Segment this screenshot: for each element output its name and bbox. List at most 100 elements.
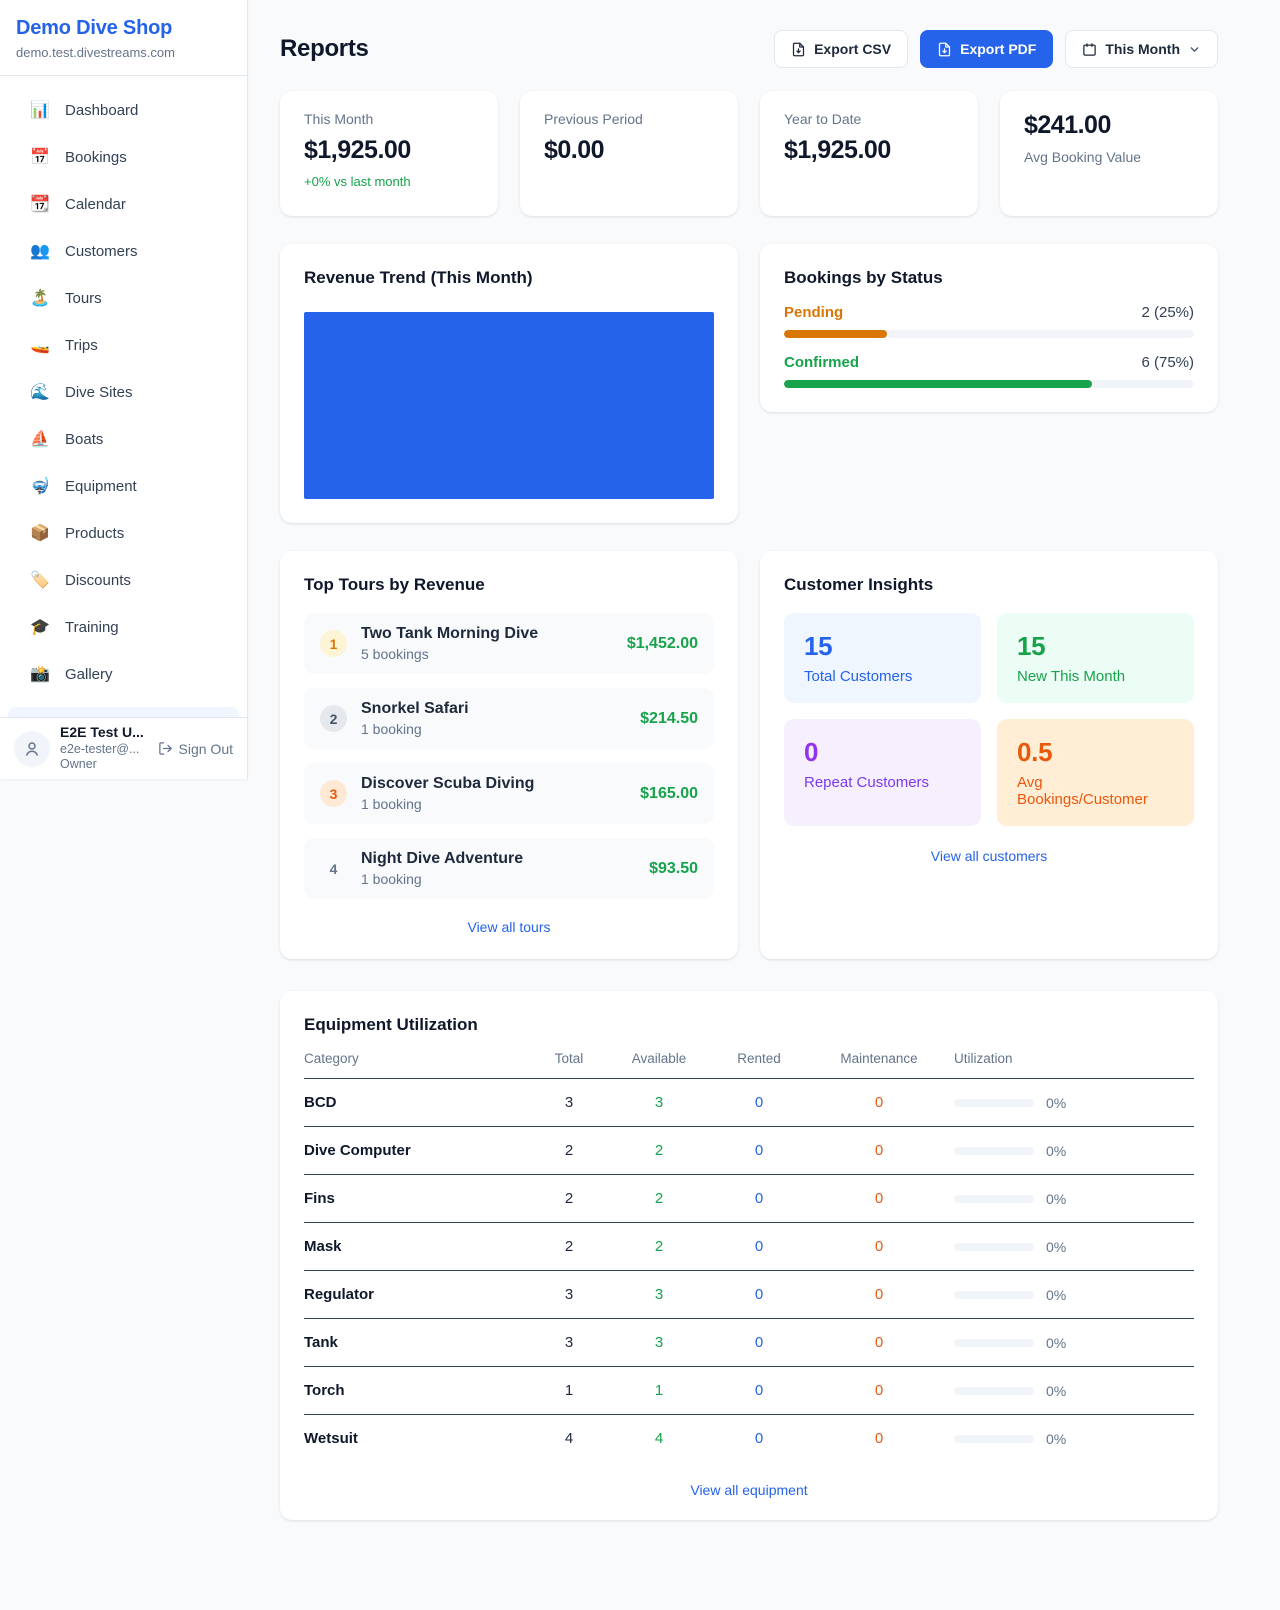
tour-amount: $93.50 <box>649 860 698 878</box>
customer-insights-title: Customer Insights <box>784 575 1194 595</box>
utilization-percent: 0% <box>1046 1095 1066 1111</box>
sidebar-item[interactable]: 📦 Products <box>8 513 239 553</box>
export-csv-label: Export CSV <box>814 41 891 57</box>
status-progress-fill <box>784 330 887 338</box>
utilization-track <box>954 1291 1034 1299</box>
nav-item-icon: 🎓 <box>30 617 50 637</box>
nav-item-icon: 📅 <box>30 147 50 167</box>
col-header-utilization: Utilization <box>954 1051 1194 1066</box>
cell-category: Dive Computer <box>304 1142 534 1159</box>
tour-info: Night Dive Adventure 1 booking <box>361 850 635 887</box>
table-row: Dive Computer 2 2 0 0 0% <box>304 1127 1194 1175</box>
export-pdf-button[interactable]: Export PDF <box>920 30 1053 68</box>
equipment-title: Equipment Utilization <box>304 1015 1194 1035</box>
tour-info: Snorkel Safari 1 booking <box>361 700 626 737</box>
tour-info: Discover Scuba Diving 1 booking <box>361 775 626 812</box>
nav-item-label: Trips <box>65 337 98 354</box>
cell-rented: 0 <box>714 1382 804 1399</box>
cell-rented: 0 <box>714 1094 804 1111</box>
export-csv-button[interactable]: Export CSV <box>774 30 908 68</box>
cell-total: 3 <box>534 1094 604 1111</box>
top-tours-card: Top Tours by Revenue 1 Two Tank Morning … <box>280 551 738 959</box>
col-header-total: Total <box>534 1051 604 1066</box>
tour-row: 4 Night Dive Adventure 1 booking $93.50 <box>304 838 714 899</box>
sidebar-item[interactable]: 🤿 Equipment <box>8 466 239 506</box>
avatar <box>14 731 50 767</box>
cell-category: Wetsuit <box>304 1430 534 1447</box>
nav-item-label: Boats <box>65 431 103 448</box>
utilization-track <box>954 1099 1034 1107</box>
status-progress-track <box>784 380 1194 388</box>
nav-item-icon: ⛵ <box>30 429 50 449</box>
sidebar-item[interactable]: 📆 Calendar <box>8 184 239 224</box>
status-row: Pending 2 (25%) <box>784 304 1194 338</box>
utilization-percent: 0% <box>1046 1239 1066 1255</box>
insight-label: Avg Bookings/Customer <box>1017 774 1174 808</box>
sidebar-item-reports-partial[interactable] <box>8 707 239 717</box>
top-tours-title: Top Tours by Revenue <box>304 575 714 595</box>
nav-item-label: Tours <box>65 290 102 307</box>
table-row: Fins 2 2 0 0 0% <box>304 1175 1194 1223</box>
cell-available: 3 <box>604 1094 714 1111</box>
tour-rank-badge: 1 <box>320 630 347 657</box>
period-dropdown[interactable]: This Month <box>1065 30 1218 68</box>
nav-item-icon: 📊 <box>30 100 50 120</box>
col-header-available: Available <box>604 1051 714 1066</box>
stat-card: This Month $1,925.00 +0% vs last month <box>280 91 498 216</box>
view-all-customers-link[interactable]: View all customers <box>784 848 1194 864</box>
sidebar-item[interactable]: 🌊 Dive Sites <box>8 372 239 412</box>
sidebar-item[interactable]: ⛵ Boats <box>8 419 239 459</box>
status-count: 6 (75%) <box>1141 354 1194 371</box>
sidebar-item[interactable]: 📊 Dashboard <box>8 90 239 130</box>
cell-category: Regulator <box>304 1286 534 1303</box>
sidebar-item[interactable]: 📅 Bookings <box>8 137 239 177</box>
nav-item-label: Customers <box>65 243 138 260</box>
sign-out-button[interactable]: Sign Out <box>158 741 233 757</box>
utilization-percent: 0% <box>1046 1335 1066 1351</box>
sidebar-item[interactable]: 🏷️ Discounts <box>8 560 239 600</box>
cell-rented: 0 <box>714 1238 804 1255</box>
cell-maintenance: 0 <box>804 1238 954 1255</box>
cell-total: 4 <box>534 1430 604 1447</box>
cell-category: Fins <box>304 1190 534 1207</box>
cell-rented: 0 <box>714 1334 804 1351</box>
insight-value: 15 <box>1017 631 1174 662</box>
page-title: Reports <box>280 35 369 63</box>
sidebar-item[interactable]: 🎓 Training <box>8 607 239 647</box>
insight-tile: 15 New This Month <box>997 613 1194 703</box>
nav-item-icon: 👥 <box>30 241 50 261</box>
stat-card: Previous Period $0.00 <box>520 91 738 216</box>
sidebar-item[interactable]: 🏝️ Tours <box>8 278 239 318</box>
view-all-equipment-link[interactable]: View all equipment <box>304 1482 1194 1498</box>
table-row: Regulator 3 3 0 0 0% <box>304 1271 1194 1319</box>
tour-info: Two Tank Morning Dive 5 bookings <box>361 625 613 662</box>
sidebar-nav: 📊 Dashboard 📅 Bookings 📆 Calendar 👥 Cust… <box>0 76 247 700</box>
cell-rented: 0 <box>714 1190 804 1207</box>
tour-name: Snorkel Safari <box>361 700 626 718</box>
cell-total: 2 <box>534 1238 604 1255</box>
revenue-trend-bar-chart <box>304 312 714 499</box>
export-pdf-label: Export PDF <box>960 41 1036 57</box>
person-icon <box>23 740 41 758</box>
cell-total: 2 <box>534 1190 604 1207</box>
cell-utilization: 0% <box>954 1287 1194 1303</box>
nav-item-icon: 🏷️ <box>30 570 50 590</box>
view-all-tours-link[interactable]: View all tours <box>304 919 714 935</box>
sidebar-item[interactable]: 📸 Gallery <box>8 654 239 694</box>
sidebar-item[interactable]: 🚤 Trips <box>8 325 239 365</box>
sidebar-item[interactable]: 👥 Customers <box>8 231 239 271</box>
period-label: This Month <box>1105 41 1180 57</box>
cell-total: 2 <box>534 1142 604 1159</box>
cell-rented: 0 <box>714 1430 804 1447</box>
nav-item-icon: 📸 <box>30 664 50 684</box>
nav-item-label: Dashboard <box>65 102 138 119</box>
col-header-maintenance: Maintenance <box>804 1051 954 1066</box>
cell-utilization: 0% <box>954 1143 1194 1159</box>
stat-label: This Month <box>304 111 474 127</box>
cell-utilization: 0% <box>954 1431 1194 1447</box>
header-actions: Export CSV Export PDF This Month <box>774 30 1218 68</box>
tour-row: 3 Discover Scuba Diving 1 booking $165.0… <box>304 763 714 824</box>
cell-category: Torch <box>304 1382 534 1399</box>
insight-label: Total Customers <box>804 668 961 685</box>
cell-maintenance: 0 <box>804 1382 954 1399</box>
